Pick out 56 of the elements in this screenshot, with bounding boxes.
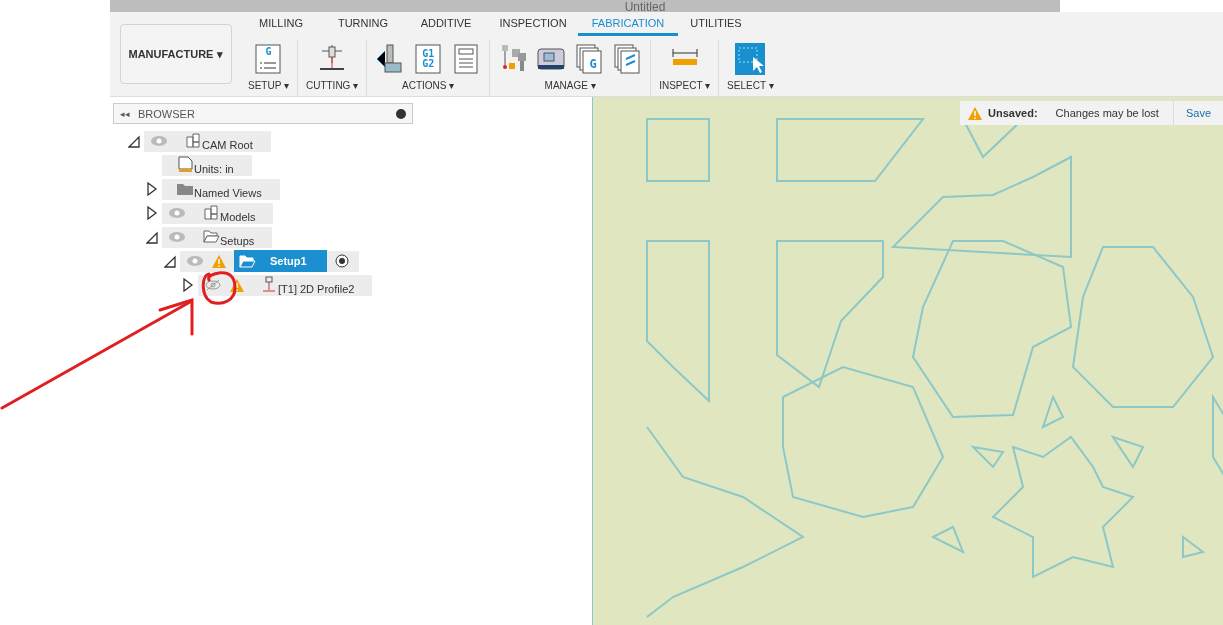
group-menu[interactable]: ACTIONS ▾ xyxy=(402,78,455,93)
collapse-toggle[interactable]: ◂◂ xyxy=(120,108,130,119)
collapse-triangle-icon[interactable] xyxy=(164,254,176,268)
icon-letter: G1 G2 xyxy=(422,49,435,69)
nc-program-icon[interactable] xyxy=(612,43,643,75)
tree-label: Setups xyxy=(220,235,255,247)
group-menu[interactable]: CUTTING ▾ xyxy=(305,78,359,93)
code-sheet-icon[interactable] xyxy=(413,43,444,75)
group-menu[interactable]: SETUP ▾ xyxy=(248,78,289,93)
tree-item[interactable]: Named Views xyxy=(162,178,280,200)
component-icon xyxy=(184,131,202,149)
warning-icon xyxy=(968,106,983,120)
tree-item[interactable]: Setup1 xyxy=(180,250,359,272)
minimize-icon[interactable] xyxy=(396,108,406,119)
tree-label: CAM Root xyxy=(202,139,253,151)
icon-letter: G xyxy=(588,59,598,69)
browser-title: BROWSER xyxy=(138,107,196,120)
selection-icon[interactable] xyxy=(735,43,766,75)
expand-triangle-icon[interactable] xyxy=(146,182,158,196)
tree-label: Setup1 xyxy=(270,255,307,267)
ribbon-tab[interactable]: UTILITIES xyxy=(678,12,754,36)
tree-label: Units: in xyxy=(194,163,234,175)
post-process-icon[interactable] xyxy=(574,43,605,75)
tree-label: [T1] 2D Profile2 xyxy=(278,283,355,295)
setup-icon[interactable] xyxy=(253,43,284,75)
component-icon xyxy=(202,203,220,221)
expand-triangle-icon[interactable] xyxy=(146,206,158,220)
collapse-triangle-icon[interactable] xyxy=(146,230,158,244)
collapse-triangle-icon[interactable] xyxy=(128,134,140,148)
toolpath-icon xyxy=(260,275,278,293)
expand-triangle-icon[interactable] xyxy=(182,278,194,292)
ribbon-tab[interactable]: TURNING xyxy=(322,12,404,36)
ribbon-tab[interactable]: MILLING xyxy=(240,12,322,36)
document-icon xyxy=(176,155,194,173)
tree-item[interactable]: CAM Root xyxy=(144,130,271,152)
notice-message: Changes may be lost xyxy=(1045,101,1174,125)
group-menu[interactable]: INSPECT ▾ xyxy=(659,78,711,93)
icon-letter: G xyxy=(264,47,273,57)
tree-item[interactable]: Models xyxy=(162,202,274,224)
tree-label: Models xyxy=(220,211,256,223)
active-target-icon[interactable] xyxy=(334,254,349,268)
group-menu[interactable]: SELECT ▾ xyxy=(727,78,774,93)
folder-icon xyxy=(238,252,256,270)
tree-item[interactable]: [T1] 2D Profile2 xyxy=(198,274,373,296)
ribbon-tab[interactable]: INSPECTION xyxy=(488,12,578,36)
window-title: Untitled xyxy=(624,2,666,12)
ribbon-tab[interactable]: ADDITIVE xyxy=(404,12,488,36)
workspace-dropdown[interactable]: MANUFACTURE ▾ xyxy=(120,24,232,84)
unsaved-label: Unsaved: xyxy=(960,106,1046,120)
folder-icon xyxy=(202,227,220,245)
tree-label: Named Views xyxy=(194,187,262,199)
hidden-eye-icon[interactable] xyxy=(204,279,222,291)
tree-item[interactable]: Units: in xyxy=(162,154,252,176)
save-link[interactable]: Save xyxy=(1173,107,1223,119)
group-menu[interactable]: MANAGE ▾ xyxy=(544,78,596,93)
tree-item[interactable]: Setups xyxy=(162,226,273,248)
